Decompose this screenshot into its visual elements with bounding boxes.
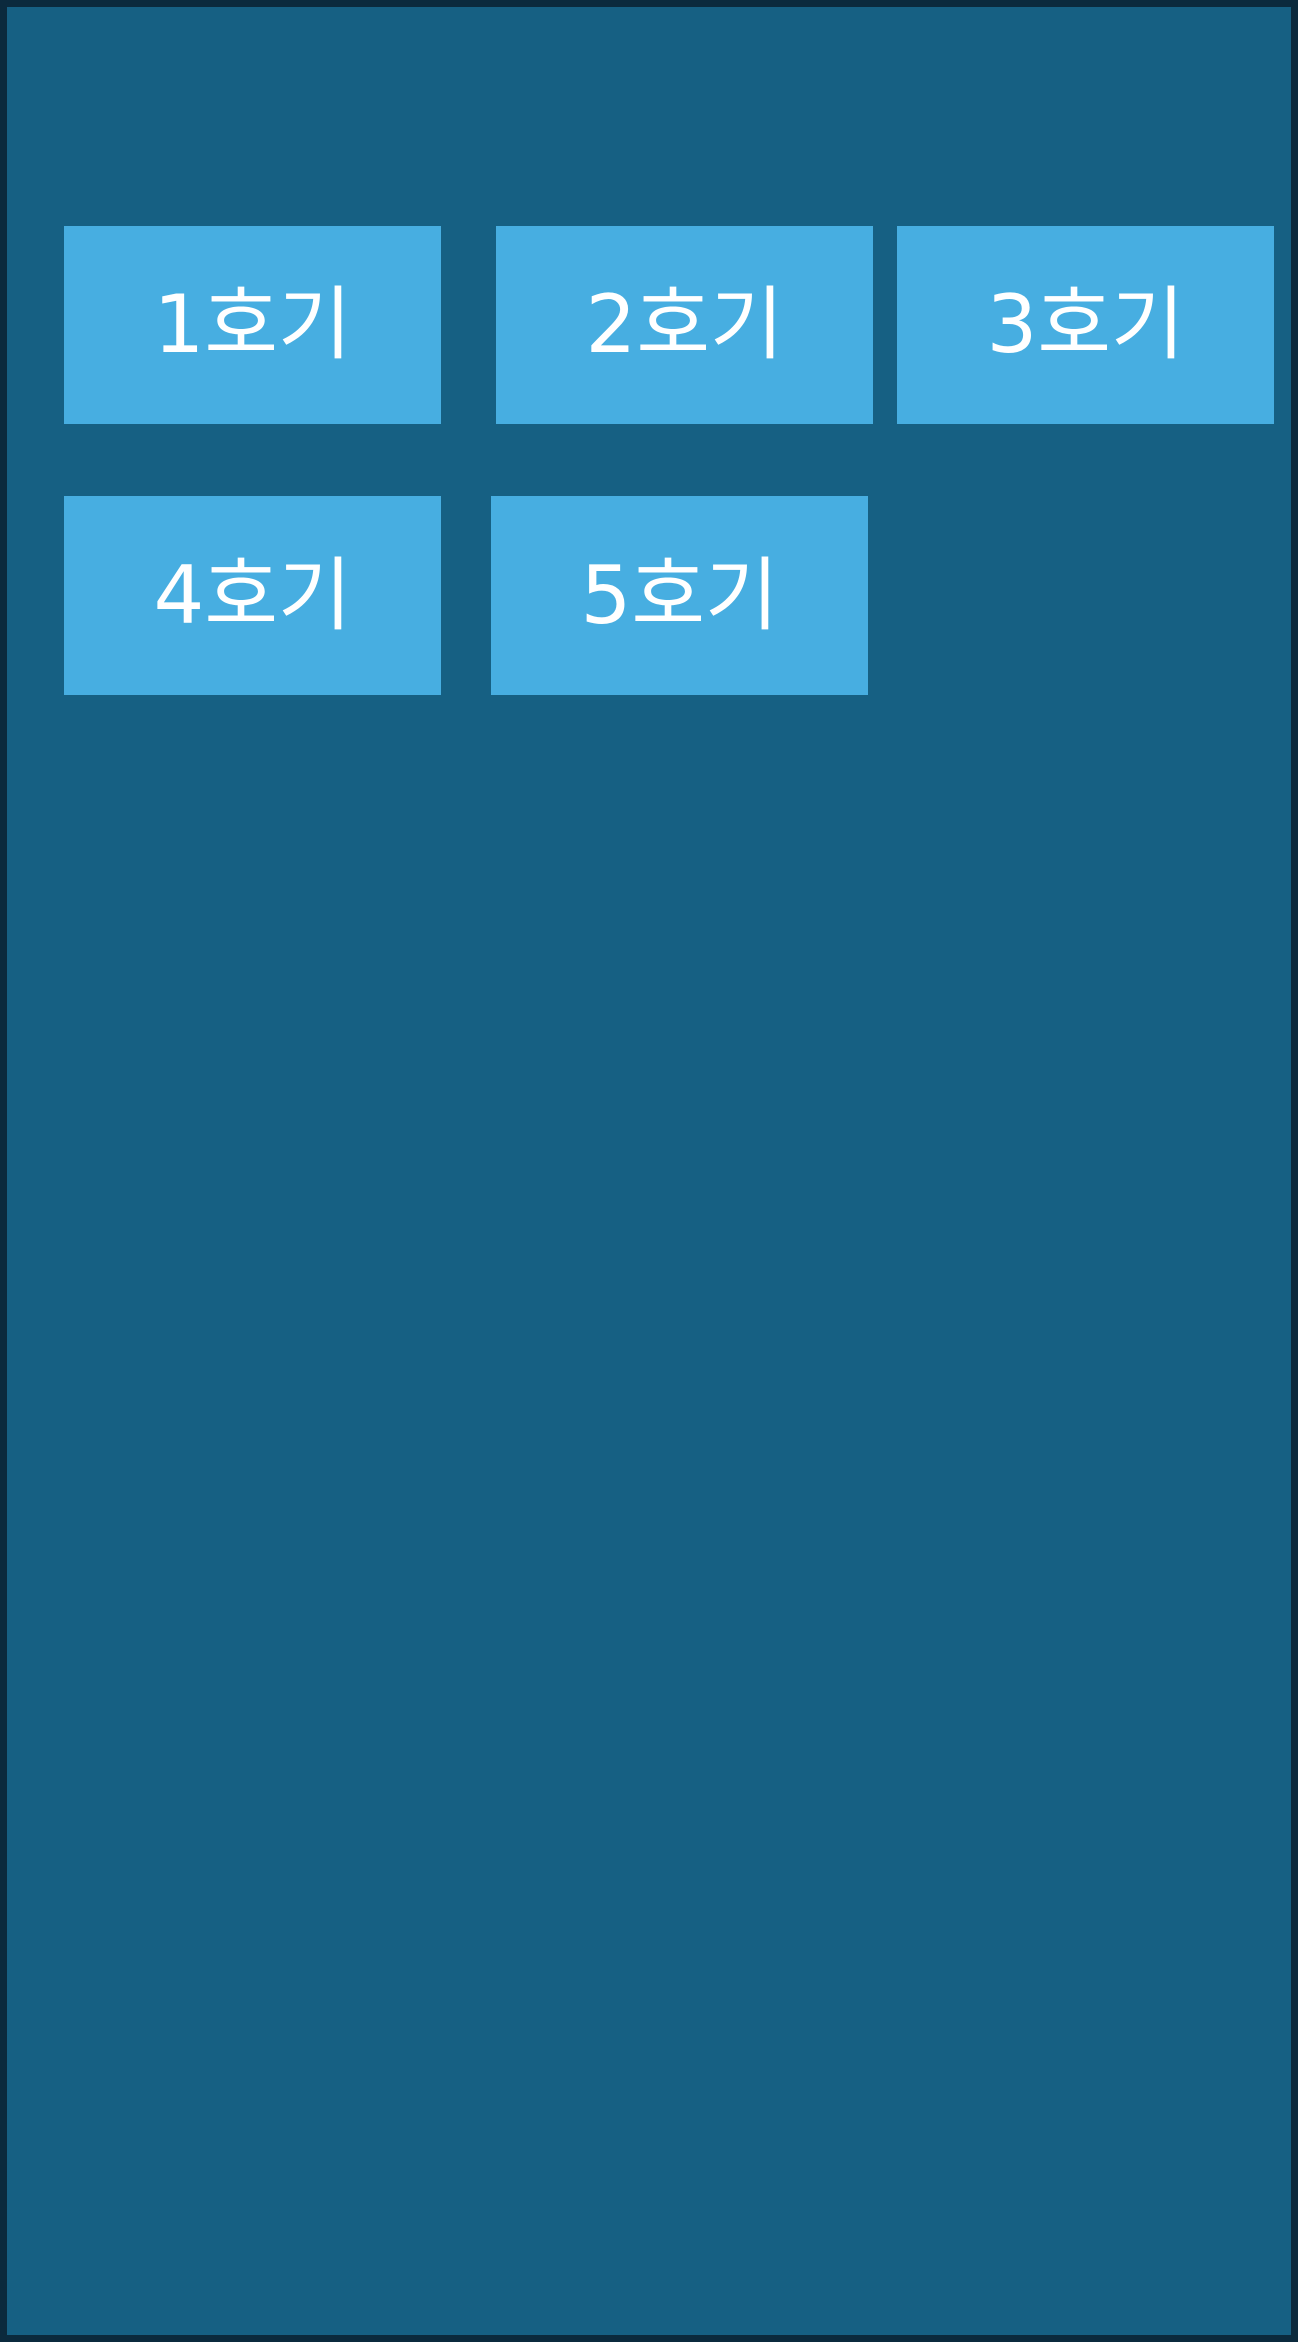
unit-5-button[interactable]: 5호기 — [491, 496, 868, 695]
unit-3-label: 3호기 — [986, 278, 1185, 371]
unit-4-label: 4호기 — [153, 548, 352, 642]
unit-3-button[interactable]: 3호기 — [897, 226, 1274, 424]
unit-5-label: 5호기 — [580, 548, 779, 642]
unit-4-button[interactable]: 4호기 — [64, 496, 441, 695]
unit-2-button[interactable]: 2호기 — [496, 226, 873, 424]
unit-1-button[interactable]: 1호기 — [64, 226, 441, 424]
app-window: 1호기 2호기 3호기 4호기 5호기 — [0, 0, 1298, 2342]
unit-2-label: 2호기 — [585, 278, 784, 371]
unit-1-label: 1호기 — [153, 278, 352, 371]
